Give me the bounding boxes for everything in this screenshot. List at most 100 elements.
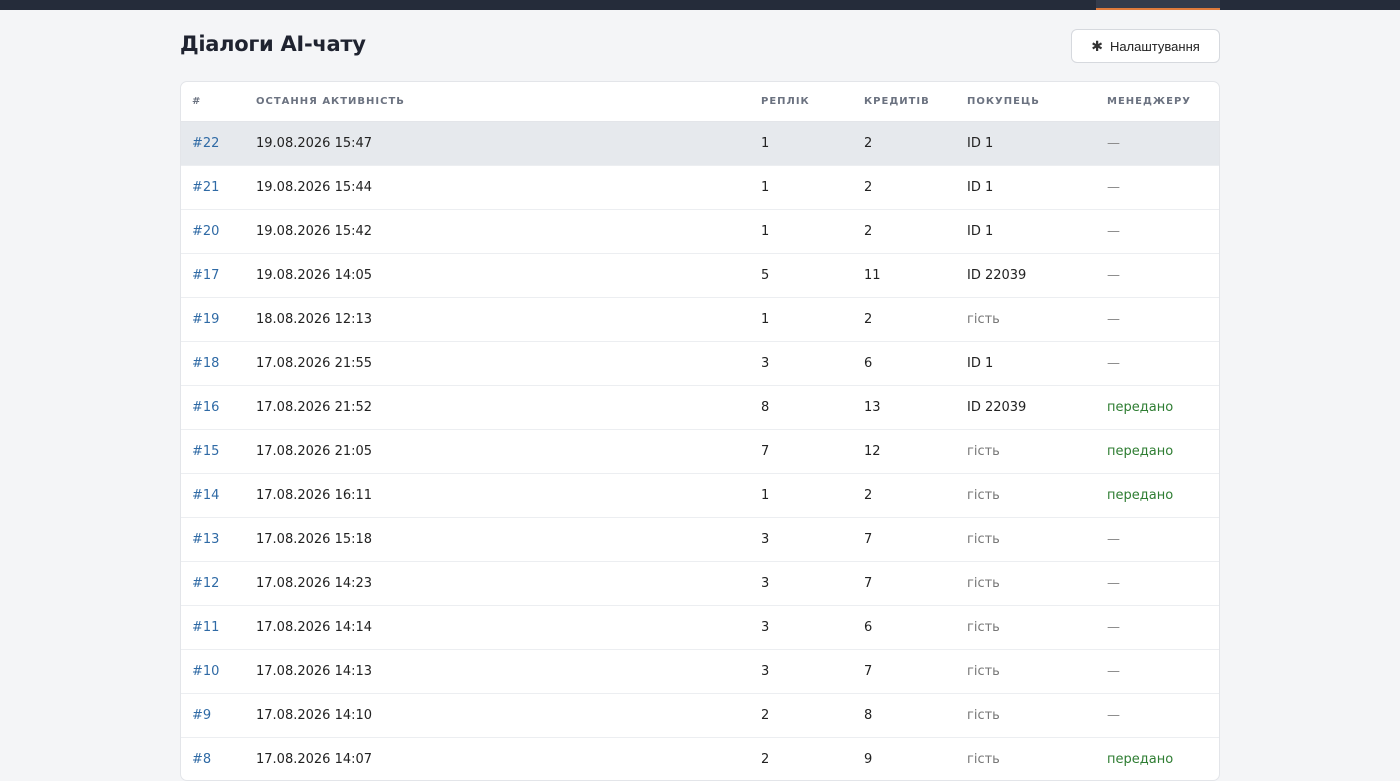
cell-replies: 2	[761, 694, 864, 738]
chat-id-link[interactable]: #11	[192, 620, 219, 635]
cell-id: #10	[181, 650, 256, 694]
cell-credits: 12	[864, 430, 967, 474]
cell-id: #21	[181, 166, 256, 210]
cell-buyer: гість	[967, 474, 1107, 518]
cell-manager: —	[1107, 210, 1219, 254]
chat-id-link[interactable]: #18	[192, 356, 219, 371]
table-row[interactable]: #1517.08.2026 21:05712гістьпередано	[181, 430, 1219, 474]
cell-buyer: ID 1	[967, 122, 1107, 166]
cell-last-activity: 17.08.2026 14:10	[256, 694, 761, 738]
table-row[interactable]: #1117.08.2026 14:1436гість—	[181, 606, 1219, 650]
chat-id-link[interactable]: #10	[192, 664, 219, 679]
cell-credits: 2	[864, 166, 967, 210]
column-header-manager[interactable]: МЕНЕДЖЕРУ	[1107, 82, 1219, 122]
settings-button[interactable]: ✱ Налаштування	[1071, 29, 1220, 63]
cell-last-activity: 19.08.2026 15:42	[256, 210, 761, 254]
cell-replies: 3	[761, 606, 864, 650]
cell-manager: —	[1107, 298, 1219, 342]
cell-manager: —	[1107, 606, 1219, 650]
cell-manager: —	[1107, 694, 1219, 738]
cell-credits: 13	[864, 386, 967, 430]
chat-id-link[interactable]: #15	[192, 444, 219, 459]
chat-id-link[interactable]: #9	[192, 708, 211, 723]
cell-manager: передано	[1107, 738, 1219, 781]
cell-id: #8	[181, 738, 256, 781]
page-title: Діалоги AI-чату	[180, 32, 366, 56]
cell-manager: передано	[1107, 474, 1219, 518]
cell-id: #15	[181, 430, 256, 474]
cell-buyer: ID 1	[967, 342, 1107, 386]
table-row[interactable]: #917.08.2026 14:1028гість—	[181, 694, 1219, 738]
cell-id: #9	[181, 694, 256, 738]
table-row[interactable]: #1217.08.2026 14:2337гість—	[181, 562, 1219, 606]
cell-id: #14	[181, 474, 256, 518]
chat-id-link[interactable]: #17	[192, 268, 219, 283]
chat-id-link[interactable]: #16	[192, 400, 219, 415]
cell-id: #11	[181, 606, 256, 650]
cell-buyer: ID 22039	[967, 254, 1107, 298]
chat-id-link[interactable]: #19	[192, 312, 219, 327]
cell-replies: 8	[761, 386, 864, 430]
chat-id-link[interactable]: #12	[192, 576, 219, 591]
cell-id: #22	[181, 122, 256, 166]
cell-manager: —	[1107, 254, 1219, 298]
column-header-buyer[interactable]: ПОКУПЕЦЬ	[967, 82, 1107, 122]
cell-buyer: гість	[967, 430, 1107, 474]
dialogs-table-card: # ОСТАННЯ АКТИВНІСТЬ РЕПЛІК КРЕДИТІВ ПОК…	[180, 81, 1220, 781]
cell-manager: передано	[1107, 430, 1219, 474]
cell-buyer: гість	[967, 298, 1107, 342]
cell-id: #20	[181, 210, 256, 254]
cell-replies: 1	[761, 474, 864, 518]
cell-replies: 1	[761, 210, 864, 254]
cell-credits: 9	[864, 738, 967, 781]
column-header-credits[interactable]: КРЕДИТІВ	[864, 82, 967, 122]
chat-id-link[interactable]: #22	[192, 136, 219, 151]
column-header-last-activity[interactable]: ОСТАННЯ АКТИВНІСТЬ	[256, 82, 761, 122]
cell-id: #12	[181, 562, 256, 606]
active-nav-tab[interactable]	[1096, 0, 1220, 10]
cell-last-activity: 18.08.2026 12:13	[256, 298, 761, 342]
table-row[interactable]: #817.08.2026 14:0729гістьпередано	[181, 738, 1219, 781]
chat-id-link[interactable]: #21	[192, 180, 219, 195]
cell-manager: —	[1107, 166, 1219, 210]
table-row[interactable]: #1617.08.2026 21:52813ID 22039передано	[181, 386, 1219, 430]
chat-id-link[interactable]: #20	[192, 224, 219, 239]
table-row[interactable]: #1017.08.2026 14:1337гість—	[181, 650, 1219, 694]
cell-replies: 2	[761, 738, 864, 781]
table-row[interactable]: #1817.08.2026 21:5536ID 1—	[181, 342, 1219, 386]
column-header-replies[interactable]: РЕПЛІК	[761, 82, 864, 122]
cell-credits: 2	[864, 210, 967, 254]
table-row[interactable]: #2019.08.2026 15:4212ID 1—	[181, 210, 1219, 254]
cell-credits: 7	[864, 650, 967, 694]
cell-manager: —	[1107, 518, 1219, 562]
cell-replies: 5	[761, 254, 864, 298]
cell-last-activity: 17.08.2026 14:23	[256, 562, 761, 606]
cell-manager: передано	[1107, 386, 1219, 430]
cell-last-activity: 19.08.2026 15:44	[256, 166, 761, 210]
cell-replies: 3	[761, 518, 864, 562]
column-header-id[interactable]: #	[181, 82, 256, 122]
chat-id-link[interactable]: #13	[192, 532, 219, 547]
table-row[interactable]: #2219.08.2026 15:4712ID 1—	[181, 122, 1219, 166]
cell-last-activity: 17.08.2026 14:14	[256, 606, 761, 650]
cell-last-activity: 17.08.2026 21:55	[256, 342, 761, 386]
settings-button-label: Налаштування	[1110, 39, 1200, 54]
cell-buyer: гість	[967, 738, 1107, 781]
cell-manager: —	[1107, 562, 1219, 606]
top-navigation-bar	[0, 0, 1400, 10]
cell-last-activity: 17.08.2026 21:05	[256, 430, 761, 474]
cell-last-activity: 19.08.2026 15:47	[256, 122, 761, 166]
table-header-row: # ОСТАННЯ АКТИВНІСТЬ РЕПЛІК КРЕДИТІВ ПОК…	[181, 82, 1219, 122]
table-row[interactable]: #2119.08.2026 15:4412ID 1—	[181, 166, 1219, 210]
table-row[interactable]: #1317.08.2026 15:1837гість—	[181, 518, 1219, 562]
cell-credits: 8	[864, 694, 967, 738]
table-row[interactable]: #1417.08.2026 16:1112гістьпередано	[181, 474, 1219, 518]
cell-id: #19	[181, 298, 256, 342]
chat-id-link[interactable]: #8	[192, 752, 211, 767]
cell-id: #13	[181, 518, 256, 562]
cell-manager: —	[1107, 122, 1219, 166]
chat-id-link[interactable]: #14	[192, 488, 219, 503]
cell-buyer: ID 22039	[967, 386, 1107, 430]
table-row[interactable]: #1719.08.2026 14:05511ID 22039—	[181, 254, 1219, 298]
table-row[interactable]: #1918.08.2026 12:1312гість—	[181, 298, 1219, 342]
